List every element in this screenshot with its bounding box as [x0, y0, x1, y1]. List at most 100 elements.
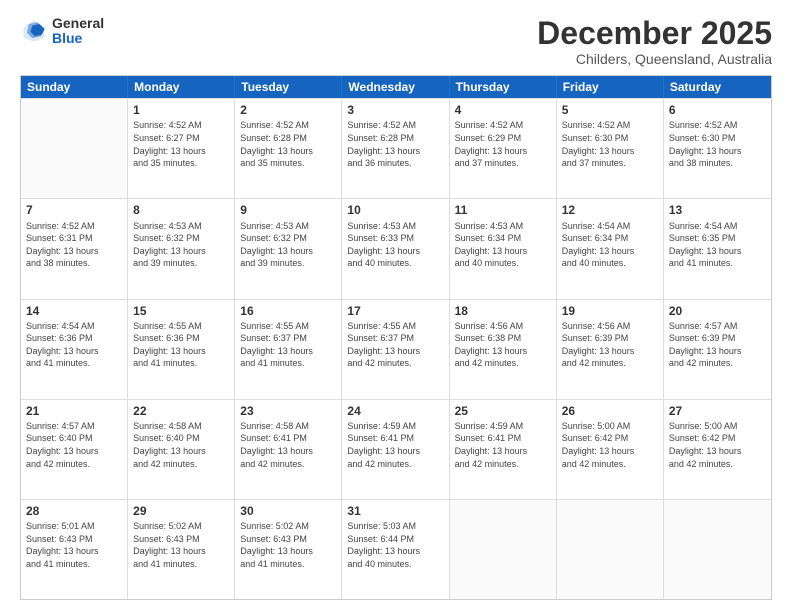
cell-info: Sunrise: 4:54 AM Sunset: 6:34 PM Dayligh…	[562, 220, 658, 270]
cell-info: Sunrise: 4:53 AM Sunset: 6:34 PM Dayligh…	[455, 220, 551, 270]
day-number: 21	[26, 403, 122, 419]
header-day-friday: Friday	[557, 76, 664, 98]
day-number: 20	[669, 303, 766, 319]
logo-text: General Blue	[52, 16, 104, 47]
cell-info: Sunrise: 4:59 AM Sunset: 6:41 PM Dayligh…	[347, 420, 443, 470]
calendar-cell	[450, 500, 557, 599]
day-number: 15	[133, 303, 229, 319]
cell-info: Sunrise: 4:57 AM Sunset: 6:40 PM Dayligh…	[26, 420, 122, 470]
cell-info: Sunrise: 4:52 AM Sunset: 6:27 PM Dayligh…	[133, 119, 229, 169]
cell-info: Sunrise: 5:00 AM Sunset: 6:42 PM Dayligh…	[669, 420, 766, 470]
cell-info: Sunrise: 4:52 AM Sunset: 6:29 PM Dayligh…	[455, 119, 551, 169]
cell-info: Sunrise: 4:56 AM Sunset: 6:39 PM Dayligh…	[562, 320, 658, 370]
day-number: 1	[133, 102, 229, 118]
calendar-row-2: 14Sunrise: 4:54 AM Sunset: 6:36 PM Dayli…	[21, 299, 771, 399]
cell-info: Sunrise: 5:02 AM Sunset: 6:43 PM Dayligh…	[133, 520, 229, 570]
header: General Blue December 2025 Childers, Que…	[20, 16, 772, 67]
header-day-tuesday: Tuesday	[235, 76, 342, 98]
cell-info: Sunrise: 4:52 AM Sunset: 6:30 PM Dayligh…	[562, 119, 658, 169]
day-number: 30	[240, 503, 336, 519]
cell-info: Sunrise: 4:59 AM Sunset: 6:41 PM Dayligh…	[455, 420, 551, 470]
day-number: 25	[455, 403, 551, 419]
calendar-cell: 31Sunrise: 5:03 AM Sunset: 6:44 PM Dayli…	[342, 500, 449, 599]
cell-info: Sunrise: 4:53 AM Sunset: 6:33 PM Dayligh…	[347, 220, 443, 270]
calendar-cell: 6Sunrise: 4:52 AM Sunset: 6:30 PM Daylig…	[664, 99, 771, 198]
calendar-cell: 21Sunrise: 4:57 AM Sunset: 6:40 PM Dayli…	[21, 400, 128, 499]
day-number: 18	[455, 303, 551, 319]
cell-info: Sunrise: 4:55 AM Sunset: 6:36 PM Dayligh…	[133, 320, 229, 370]
day-number: 29	[133, 503, 229, 519]
cell-info: Sunrise: 4:57 AM Sunset: 6:39 PM Dayligh…	[669, 320, 766, 370]
calendar-cell: 15Sunrise: 4:55 AM Sunset: 6:36 PM Dayli…	[128, 300, 235, 399]
calendar-cell	[664, 500, 771, 599]
calendar-cell: 17Sunrise: 4:55 AM Sunset: 6:37 PM Dayli…	[342, 300, 449, 399]
day-number: 13	[669, 202, 766, 218]
calendar-cell: 7 Sunrise: 4:52 AM Sunset: 6:31 PM Daylig…	[21, 199, 128, 298]
location-subtitle: Childers, Queensland, Australia	[537, 51, 772, 67]
calendar-cell: 27Sunrise: 5:00 AM Sunset: 6:42 PM Dayli…	[664, 400, 771, 499]
calendar-row-3: 21Sunrise: 4:57 AM Sunset: 6:40 PM Dayli…	[21, 399, 771, 499]
cell-info: Sunrise: 5:01 AM Sunset: 6:43 PM Dayligh…	[26, 520, 122, 570]
calendar-cell: 5Sunrise: 4:52 AM Sunset: 6:30 PM Daylig…	[557, 99, 664, 198]
header-day-sunday: Sunday	[21, 76, 128, 98]
day-number: 11	[455, 202, 551, 218]
cell-info: Sunrise: 4:55 AM Sunset: 6:37 PM Dayligh…	[240, 320, 336, 370]
calendar-cell: 16Sunrise: 4:55 AM Sunset: 6:37 PM Dayli…	[235, 300, 342, 399]
cell-info: Sunrise: 4:52 AM Sunset: 6:31 PM Dayligh…	[26, 220, 122, 270]
calendar-cell: 2Sunrise: 4:52 AM Sunset: 6:28 PM Daylig…	[235, 99, 342, 198]
calendar-cell: 12Sunrise: 4:54 AM Sunset: 6:34 PM Dayli…	[557, 199, 664, 298]
day-number: 7	[26, 202, 122, 218]
calendar: SundayMondayTuesdayWednesdayThursdayFrid…	[20, 75, 772, 600]
cell-info: Sunrise: 4:52 AM Sunset: 6:28 PM Dayligh…	[347, 119, 443, 169]
calendar-cell: 10 Sunrise: 4:53 AM Sunset: 6:33 PM Dayli…	[342, 199, 449, 298]
day-number: 16	[240, 303, 336, 319]
day-number: 27	[669, 403, 766, 419]
day-number: 3	[347, 102, 443, 118]
logo-icon	[20, 17, 48, 45]
header-day-saturday: Saturday	[664, 76, 771, 98]
day-number: 23	[240, 403, 336, 419]
day-number: 9	[240, 202, 336, 218]
header-day-thursday: Thursday	[450, 76, 557, 98]
calendar-header: SundayMondayTuesdayWednesdayThursdayFrid…	[21, 76, 771, 98]
cell-info: Sunrise: 4:54 AM Sunset: 6:35 PM Dayligh…	[669, 220, 766, 270]
calendar-cell: 3Sunrise: 4:52 AM Sunset: 6:28 PM Daylig…	[342, 99, 449, 198]
cell-info: Sunrise: 4:52 AM Sunset: 6:30 PM Dayligh…	[669, 119, 766, 169]
day-number: 19	[562, 303, 658, 319]
day-number: 6	[669, 102, 766, 118]
calendar-cell: 30Sunrise: 5:02 AM Sunset: 6:43 PM Dayli…	[235, 500, 342, 599]
calendar-cell: 22Sunrise: 4:58 AM Sunset: 6:40 PM Dayli…	[128, 400, 235, 499]
calendar-cell: 1Sunrise: 4:52 AM Sunset: 6:27 PM Daylig…	[128, 99, 235, 198]
day-number: 10	[347, 202, 443, 218]
calendar-cell: 13 Sunrise: 4:54 AM Sunset: 6:35 PM Dayli…	[664, 199, 771, 298]
day-number: 24	[347, 403, 443, 419]
calendar-cell	[21, 99, 128, 198]
calendar-cell: 19Sunrise: 4:56 AM Sunset: 6:39 PM Dayli…	[557, 300, 664, 399]
calendar-cell: 23Sunrise: 4:58 AM Sunset: 6:41 PM Dayli…	[235, 400, 342, 499]
cell-info: Sunrise: 4:53 AM Sunset: 6:32 PM Dayligh…	[240, 220, 336, 270]
day-number: 2	[240, 102, 336, 118]
cell-info: Sunrise: 4:58 AM Sunset: 6:40 PM Dayligh…	[133, 420, 229, 470]
cell-info: Sunrise: 4:54 AM Sunset: 6:36 PM Dayligh…	[26, 320, 122, 370]
day-number: 8	[133, 202, 229, 218]
calendar-body: 1Sunrise: 4:52 AM Sunset: 6:27 PM Daylig…	[21, 98, 771, 599]
cell-info: Sunrise: 5:03 AM Sunset: 6:44 PM Dayligh…	[347, 520, 443, 570]
day-number: 22	[133, 403, 229, 419]
day-number: 31	[347, 503, 443, 519]
cell-info: Sunrise: 4:53 AM Sunset: 6:32 PM Dayligh…	[133, 220, 229, 270]
day-number: 14	[26, 303, 122, 319]
day-number: 5	[562, 102, 658, 118]
header-day-wednesday: Wednesday	[342, 76, 449, 98]
calendar-cell: 11 Sunrise: 4:53 AM Sunset: 6:34 PM Dayli…	[450, 199, 557, 298]
calendar-cell: 20Sunrise: 4:57 AM Sunset: 6:39 PM Dayli…	[664, 300, 771, 399]
calendar-cell: 29Sunrise: 5:02 AM Sunset: 6:43 PM Dayli…	[128, 500, 235, 599]
calendar-cell: 18Sunrise: 4:56 AM Sunset: 6:38 PM Dayli…	[450, 300, 557, 399]
cell-info: Sunrise: 4:56 AM Sunset: 6:38 PM Dayligh…	[455, 320, 551, 370]
calendar-row-1: 7 Sunrise: 4:52 AM Sunset: 6:31 PM Daylig…	[21, 198, 771, 298]
calendar-row-4: 28Sunrise: 5:01 AM Sunset: 6:43 PM Dayli…	[21, 499, 771, 599]
day-number: 4	[455, 102, 551, 118]
header-day-monday: Monday	[128, 76, 235, 98]
calendar-cell: 28Sunrise: 5:01 AM Sunset: 6:43 PM Dayli…	[21, 500, 128, 599]
cell-info: Sunrise: 5:00 AM Sunset: 6:42 PM Dayligh…	[562, 420, 658, 470]
title-block: December 2025 Childers, Queensland, Aust…	[537, 16, 772, 67]
